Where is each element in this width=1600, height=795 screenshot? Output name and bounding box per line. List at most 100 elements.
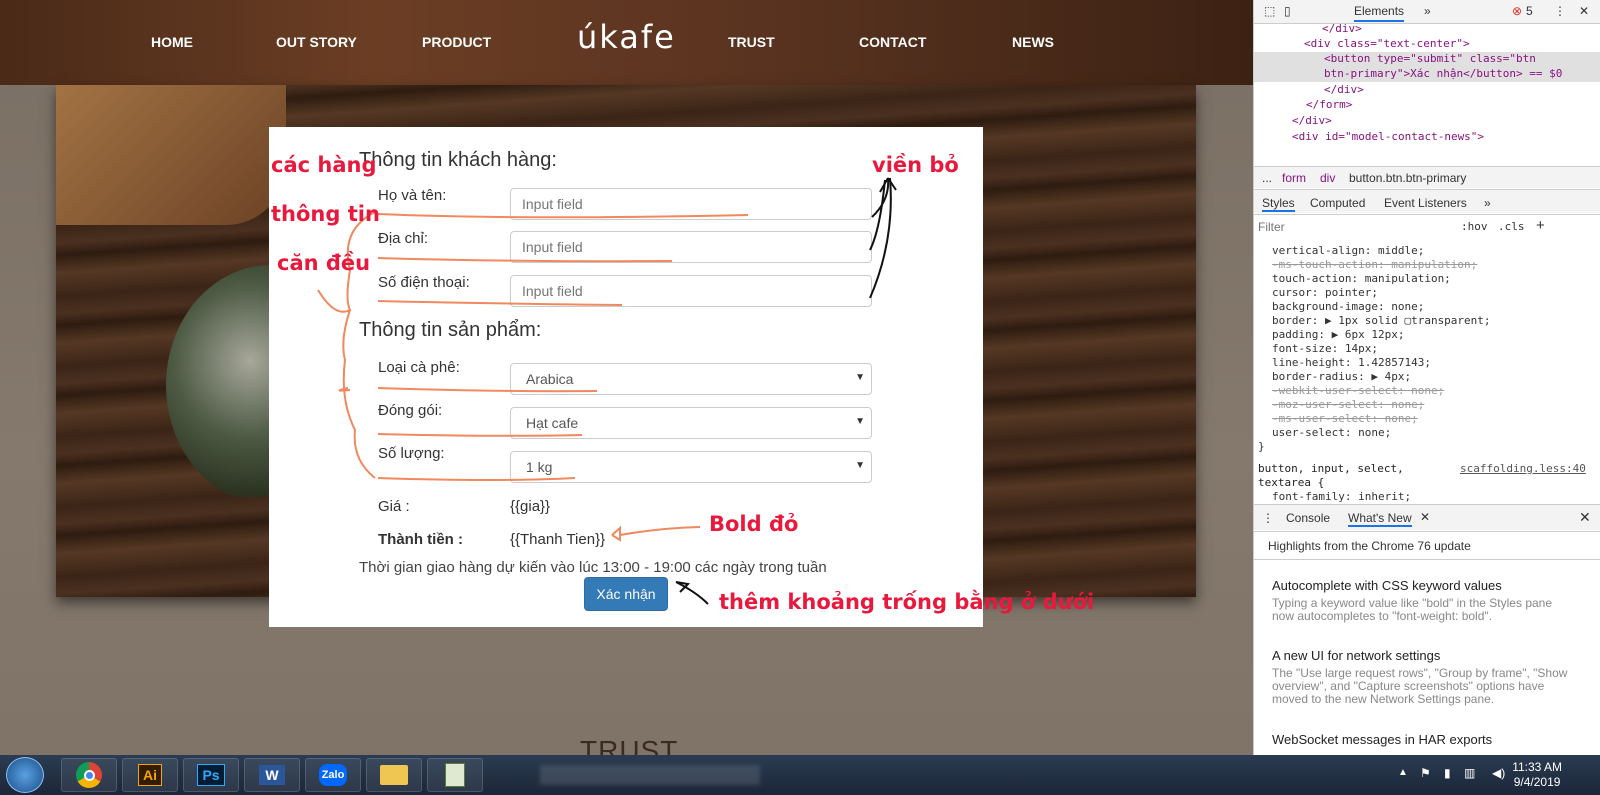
phone-label: Số điện thoại: (378, 274, 470, 291)
coffee-type-value: Arabica (526, 371, 574, 387)
css-declaration[interactable]: padding: ▶ 6px 12px; (1272, 328, 1404, 341)
css-declaration[interactable]: -ms-touch-action: manipulation; (1272, 258, 1477, 271)
nav-home[interactable]: HOME (151, 34, 193, 50)
photoshop-icon[interactable]: Ps (183, 758, 239, 792)
dom-line[interactable]: </div> (1322, 22, 1362, 35)
system-clock[interactable]: 11:33 AM 9/4/2019 (1512, 760, 1562, 790)
app-label: W (259, 765, 285, 785)
coffee-type-select[interactable]: Arabica ▼ (510, 363, 872, 395)
chrome-icon[interactable] (61, 758, 117, 792)
more-tabs-icon[interactable]: » (1424, 4, 1431, 18)
add-rule-icon[interactable]: + (1536, 217, 1545, 234)
chevron-down-icon: ▼ (855, 460, 865, 471)
network-icon[interactable]: ▥ (1464, 766, 1475, 780)
css-declaration[interactable]: cursor: pointer; (1272, 286, 1378, 299)
css-source-link[interactable]: scaffolding.less:40 (1460, 462, 1586, 475)
css-declaration[interactable]: background-image: none; (1272, 300, 1424, 313)
nav-trust[interactable]: TRUST (728, 34, 775, 50)
error-icon[interactable]: ⊗ (1512, 4, 1522, 18)
name-input[interactable] (510, 188, 872, 220)
breadcrumb: ... form div button.btn.btn-primary (1254, 166, 1600, 188)
tab-computed[interactable]: Computed (1310, 196, 1365, 210)
styles-filter-input[interactable] (1258, 218, 1448, 236)
news-item-desc: The "Use large request rows", "Group by … (1272, 666, 1568, 706)
css-selector[interactable]: textarea { (1258, 476, 1324, 489)
breadcrumb-item[interactable]: div (1320, 171, 1335, 185)
address-label: Địa chỉ: (378, 230, 429, 247)
dom-line[interactable]: </div> (1292, 114, 1332, 127)
price-label: Giá : (378, 498, 410, 515)
news-item-title[interactable]: A new UI for network settings (1272, 648, 1440, 663)
css-declaration[interactable]: line-height: 1.42857143; (1272, 356, 1431, 369)
flag-icon[interactable]: ⚑ (1420, 766, 1431, 780)
css-declaration[interactable]: vertical-align: middle; (1272, 244, 1424, 257)
dom-line[interactable]: btn-primary">Xác nhận</button> == $0 (1324, 67, 1562, 80)
css-declaration[interactable]: font-size: 14px; (1272, 342, 1378, 355)
device-toggle-icon[interactable]: ▯ (1284, 4, 1291, 18)
news-item-desc: Typing a keyword value like "bold" in th… (1272, 596, 1553, 623)
news-item-title[interactable]: WebSocket messages in HAR exports (1272, 732, 1492, 747)
css-declaration[interactable]: -ms-user-select: none; (1272, 412, 1418, 425)
submit-button[interactable]: Xác nhận (584, 577, 668, 611)
delivery-note: Thời gian giao hàng dự kiến vào lúc 13:0… (359, 559, 827, 576)
packaging-value: Hạt cafe (526, 415, 579, 431)
nav-product[interactable]: PRODUCT (422, 34, 491, 50)
error-count[interactable]: 5 (1526, 4, 1533, 18)
css-rule-end: } (1258, 440, 1265, 453)
tab-styles[interactable]: Styles (1262, 196, 1295, 212)
drawer-menu-icon[interactable]: ⋮ (1262, 511, 1274, 525)
kebab-menu-icon[interactable]: ⋮ (1554, 4, 1566, 18)
dom-line[interactable]: </form> (1306, 98, 1352, 111)
volume-icon[interactable]: ◀) (1492, 766, 1505, 780)
annotation-text: căn đều (277, 251, 371, 275)
word-icon[interactable]: W (244, 758, 300, 792)
zalo-icon[interactable]: Zalo (305, 758, 361, 792)
folder-icon[interactable] (366, 758, 422, 792)
tab-whats-new[interactable]: What's New (1348, 511, 1412, 527)
tab-elements[interactable]: Elements (1354, 4, 1405, 22)
phone-input[interactable] (510, 275, 872, 307)
site-logo[interactable]: úkafe (577, 18, 676, 56)
address-input[interactable] (510, 231, 872, 263)
breadcrumb-item[interactable]: ... (1262, 171, 1272, 185)
start-button[interactable] (6, 757, 44, 793)
close-tab-icon[interactable]: ✕ (1420, 510, 1430, 524)
css-declaration[interactable]: font-family: inherit; (1272, 490, 1411, 503)
drawer-tabbar: ⋮ Console What's New ✕ ✕ (1254, 504, 1600, 530)
nav-news[interactable]: NEWS (1012, 34, 1054, 50)
css-declaration[interactable]: touch-action: manipulation; (1272, 272, 1451, 285)
css-declaration[interactable]: border: ▶ 1px solid ▢transparent; (1272, 314, 1491, 327)
dom-line[interactable]: <button type="submit" class="btn (1324, 52, 1536, 65)
hov-toggle[interactable]: :hov (1461, 220, 1488, 233)
illustrator-icon[interactable]: Ai (122, 758, 178, 792)
dom-line[interactable]: <div class="text-center"> (1304, 37, 1470, 50)
more-tabs-icon[interactable]: » (1484, 196, 1491, 210)
nav-our-story[interactable]: OUT STORY (276, 34, 357, 50)
breadcrumb-item[interactable]: form (1282, 171, 1306, 185)
tab-console[interactable]: Console (1286, 511, 1330, 525)
inspect-icon[interactable]: ⬚ (1264, 4, 1275, 18)
app-label: Zalo (318, 764, 348, 786)
css-declaration[interactable]: -webkit-user-select: none; (1272, 384, 1444, 397)
css-declaration[interactable]: border-radius: ▶ 4px; (1272, 370, 1411, 383)
breadcrumb-item[interactable]: button.btn.btn-primary (1349, 171, 1466, 185)
close-drawer-icon[interactable]: ✕ (1579, 509, 1591, 526)
cls-toggle[interactable]: .cls (1498, 220, 1525, 233)
nav-contact[interactable]: CONTACT (859, 34, 926, 50)
css-declaration[interactable]: user-select: none; (1272, 426, 1391, 439)
tab-event-listeners[interactable]: Event Listeners (1384, 196, 1467, 210)
styles-tabbar: Styles Computed Event Listeners » (1254, 189, 1600, 213)
trust-section-heading: TRUST (580, 735, 679, 755)
tray-arrow-icon[interactable]: ▲ (1398, 767, 1408, 778)
quantity-select[interactable]: 1 kg ▼ (510, 451, 872, 483)
dom-line[interactable]: <div id="model-contact-news"> (1292, 130, 1484, 143)
battery-icon[interactable]: ▮ (1444, 766, 1451, 780)
news-item-title[interactable]: Autocomplete with CSS keyword values (1272, 578, 1502, 593)
notepad-icon[interactable] (427, 758, 483, 792)
annotation-text: viền bỏ (872, 153, 959, 177)
css-declaration[interactable]: -moz-user-select: none; (1272, 398, 1424, 411)
packaging-select[interactable]: Hạt cafe ▼ (510, 407, 872, 439)
dom-line[interactable]: </div> (1324, 83, 1364, 96)
css-selector[interactable]: button, input, select, (1258, 462, 1404, 475)
close-icon[interactable]: ✕ (1579, 4, 1589, 18)
